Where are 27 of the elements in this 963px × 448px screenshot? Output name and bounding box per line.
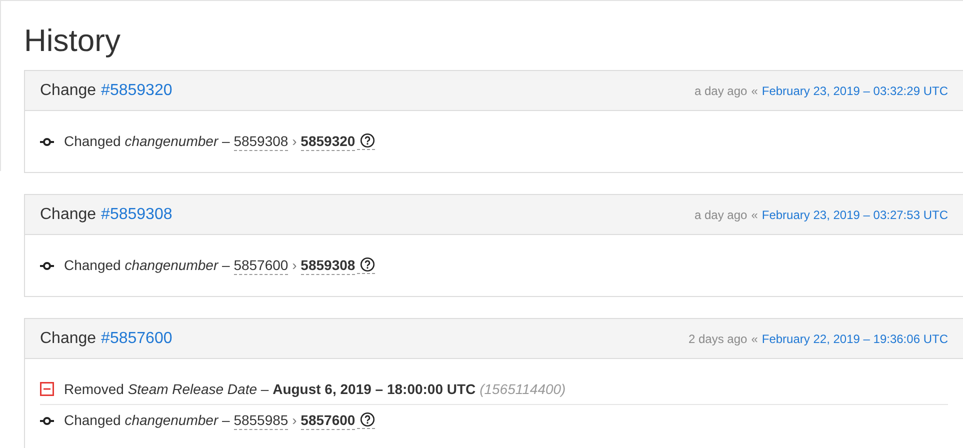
commit-icon — [40, 416, 54, 426]
change-description: Changed changenumber – 5857600 › 5859308 — [64, 256, 356, 276]
page-title: History — [24, 22, 122, 60]
separator-text: « — [751, 206, 758, 224]
date-link[interactable]: February 22, 2019 – 19:36:06 UTC — [762, 330, 948, 348]
change-number-link[interactable]: #5859320 — [101, 78, 172, 102]
change-description: Removed Steam Release Date – August 6, 2019 – 18:00:00 UTC (1565114400) — [64, 380, 566, 399]
minus-square-icon — [40, 382, 54, 396]
change-description: Changed changenumber – 5855985 › 5857600 — [64, 411, 356, 431]
separator-text: « — [751, 330, 758, 348]
commit-icon — [40, 260, 54, 270]
change-label: Change — [40, 80, 96, 100]
date-link[interactable]: February 23, 2019 – 03:32:29 UTC — [762, 82, 948, 100]
change-description: Changed changenumber – 5859308 › 5859320 — [64, 132, 356, 152]
separator-text: « — [751, 82, 758, 100]
date-link[interactable]: February 23, 2019 – 03:27:53 UTC — [762, 206, 948, 224]
change-number-link[interactable]: #5857600 — [101, 326, 172, 350]
relative-time: a day ago — [694, 82, 748, 100]
relative-time: a day ago — [694, 206, 748, 224]
change-number-link[interactable]: #5859308 — [101, 202, 172, 226]
help-icon[interactable] — [357, 412, 376, 429]
relative-time: 2 days ago — [688, 330, 748, 348]
help-icon[interactable] — [357, 133, 376, 150]
commit-icon — [40, 136, 54, 146]
change-label: Change — [40, 328, 96, 348]
change-label: Change — [40, 204, 96, 224]
help-icon[interactable] — [357, 257, 376, 274]
